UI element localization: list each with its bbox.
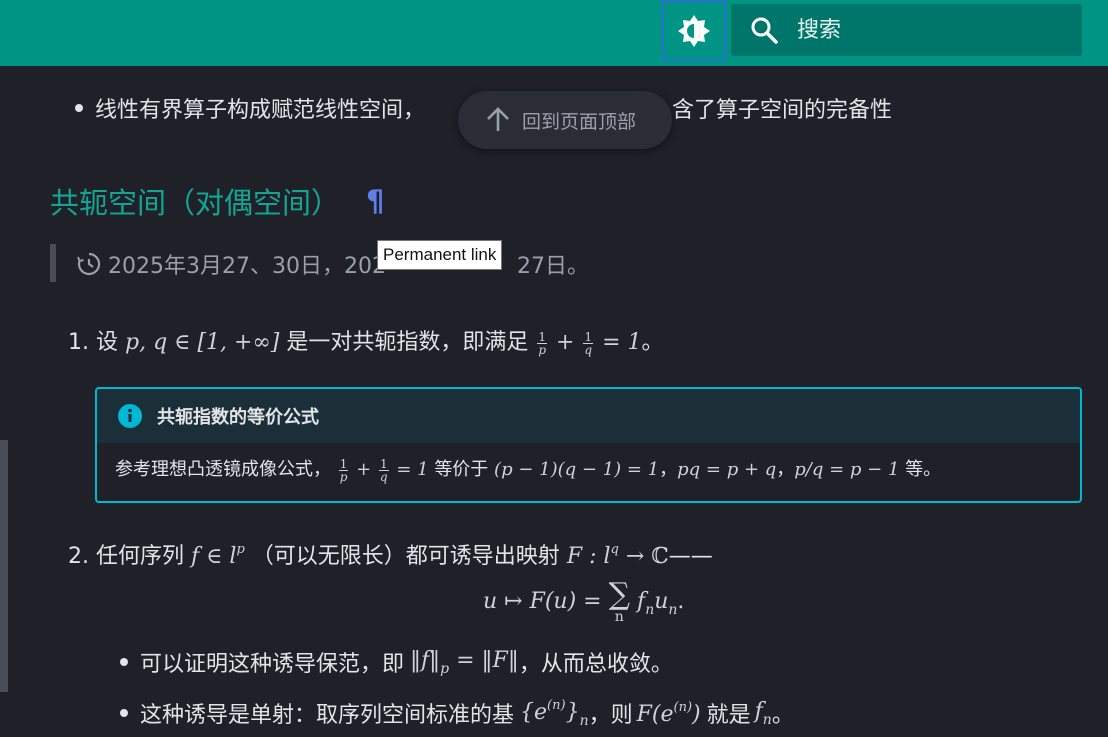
item-text: 可以证明这种诱导保范，即	[140, 652, 405, 677]
bullet-dot	[75, 104, 83, 112]
display-equation: u ↦ F(u) = ∑ n fnun.	[483, 577, 685, 625]
search-icon	[751, 17, 778, 44]
item-text: 就是	[706, 703, 751, 728]
math-inline: F : lq → ℂ	[566, 542, 669, 569]
date-text-right: 27日。	[517, 254, 589, 279]
math-op: +	[356, 459, 372, 480]
fraction: 1p	[537, 329, 548, 357]
blockquote-bar	[50, 244, 56, 282]
list-item: 线性有界算子构成赋范线性空间，	[75, 92, 425, 124]
brightness-icon	[678, 14, 710, 47]
body-text: 参考理想凸透镜成像公式，	[115, 459, 331, 480]
item-text: （可以无限长）都可诱导出映射	[251, 544, 560, 569]
punct: ，	[776, 459, 795, 480]
info-admonition: 共轭指数的等价公式 参考理想凸透镜成像公式， 1p + 1q = 1 等价于 (…	[95, 387, 1082, 503]
scrollbar-thumb[interactable]	[0, 440, 8, 692]
math-inline: p/q = p − 1	[794, 459, 900, 480]
info-icon	[118, 404, 142, 428]
bullet-text-left: 线性有界算子构成赋范线性空间，	[95, 98, 426, 123]
item-number: 1.	[68, 330, 89, 355]
date-text-left: 2025年3月27、30日，202	[108, 254, 386, 279]
bullet-dot	[120, 658, 128, 666]
arrow-up-icon	[487, 107, 509, 131]
top-header	[0, 0, 1108, 66]
bullet-text-right: 含了算子空间的完备性	[672, 98, 893, 123]
math-inline: (p − 1)(q − 1) = 1	[494, 459, 660, 480]
section-heading: 共轭空间（对偶空间） ¶	[50, 180, 384, 222]
list-item-2: 2. 任何序列 f ∈ lp （可以无限长）都可诱导出映射 F : lq → ℂ…	[68, 538, 713, 570]
math-op: = 1	[396, 459, 429, 480]
sub-list-item-1: 可以证明这种诱导保范，即 ‖f‖p = ‖F‖ ，从而总收敛。	[120, 646, 673, 678]
math-inline: pq = p + q	[677, 459, 777, 480]
punct: 。	[641, 330, 664, 355]
punct: ——	[668, 544, 713, 569]
math-op: +	[556, 330, 575, 355]
math-inline: F(e(n))	[636, 699, 701, 727]
item-number: 2.	[68, 544, 89, 569]
date-line: 2025年3月27、30日，202	[76, 248, 386, 280]
fraction: 1q	[583, 329, 594, 357]
item-text: 这种诱导是单射：取序列空间标准的基	[140, 703, 515, 728]
item-text: 设	[96, 330, 119, 355]
punct: ，	[659, 459, 678, 480]
permalink[interactable]: ¶	[366, 184, 384, 218]
item-text: ，从而总收敛。	[518, 652, 673, 677]
fraction: 1q	[378, 456, 389, 484]
back-to-top-label: 回到页面顶部	[522, 110, 637, 133]
theme-toggle-button[interactable]	[662, 0, 726, 61]
item-text: 是一对共轭指数，即满足	[286, 330, 529, 355]
body-text: 等价于	[434, 459, 489, 480]
punct: 。	[771, 703, 794, 728]
admonition-title: 共轭指数的等价公式	[97, 389, 1080, 443]
date-tail: 27日。	[517, 248, 589, 280]
clock-icon	[77, 252, 101, 276]
permalink-tooltip: Permanent link	[377, 240, 503, 270]
fraction: 1p	[338, 456, 349, 484]
sub-list-item-2: 这种诱导是单射：取序列空间标准的基 {e(n)}n ，则 F(e(n)) 就是 f…	[120, 697, 794, 729]
math-inline: p, q ∈ [1, +∞]	[125, 330, 280, 355]
back-to-top-button[interactable]: 回到页面顶部	[458, 91, 672, 149]
item-text: 任何序列	[96, 544, 185, 569]
heading-text: 共轭空间（对偶空间）	[50, 186, 341, 220]
math-inline: ‖f‖p = ‖F‖	[410, 647, 519, 677]
search-input[interactable]	[795, 16, 1059, 44]
math-inline: fn	[754, 698, 772, 728]
math-inline: f ∈ lp	[191, 542, 245, 569]
math-inline: {e(n)}n	[520, 697, 589, 729]
item-text: ，则	[588, 703, 633, 728]
search-box[interactable]	[731, 4, 1082, 56]
math-op: = 1	[602, 330, 642, 355]
list-item-tail: 含了算子空间的完备性	[672, 92, 892, 124]
bullet-dot	[120, 709, 128, 717]
admonition-title-text: 共轭指数的等价公式	[157, 407, 319, 428]
body-text: 等。	[905, 459, 942, 480]
list-item-1: 1. 设 p, q ∈ [1, +∞] 是一对共轭指数，即满足 1p + 1q …	[68, 324, 664, 356]
admonition-body: 参考理想凸透镜成像公式， 1p + 1q = 1 等价于 (p − 1)(q −…	[97, 443, 1080, 483]
